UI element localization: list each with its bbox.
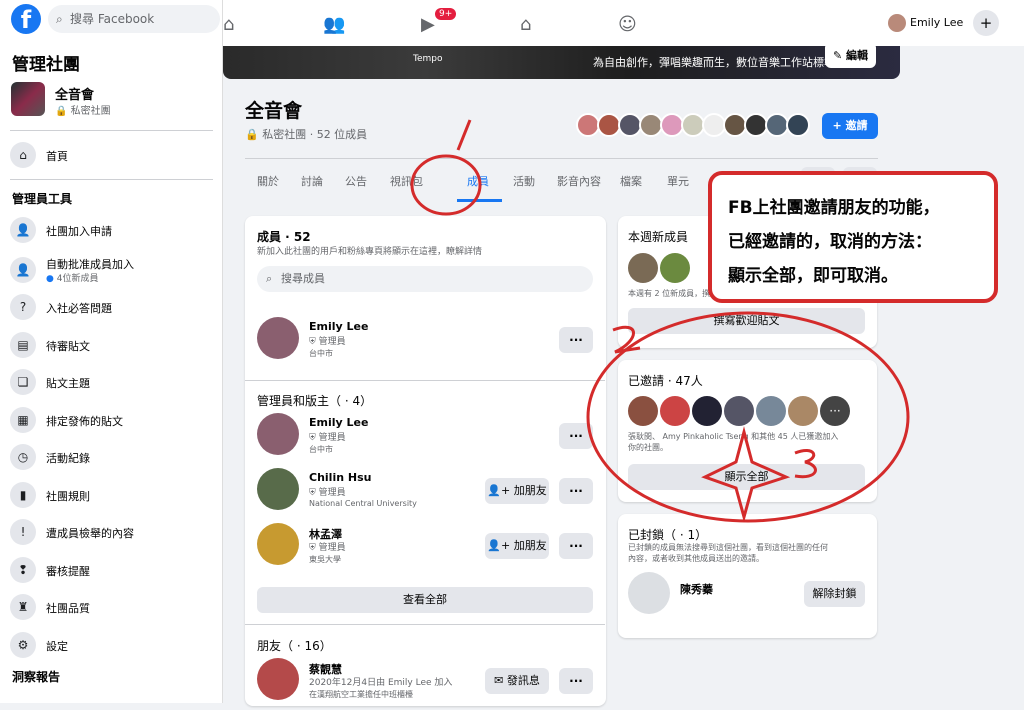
annotation-line: 已經邀請的，取消的方法： — [728, 232, 932, 252]
annotation-circle-members-tab — [410, 154, 482, 216]
annotation-star — [701, 426, 791, 523]
annotation-line: 顯示全部，即可取消。 — [728, 266, 898, 286]
annotation-mark — [456, 119, 472, 151]
annotation-number-3 — [794, 448, 817, 479]
annotation-circle-invited — [586, 311, 910, 523]
annotation-line: FB上社團邀請朋友的功能， — [728, 198, 940, 218]
annotation-note: FB上社團邀請朋友的功能， 已經邀請的，取消的方法： 顯示全部，即可取消。 — [708, 171, 998, 303]
annotation-overlay — [410, 119, 910, 523]
